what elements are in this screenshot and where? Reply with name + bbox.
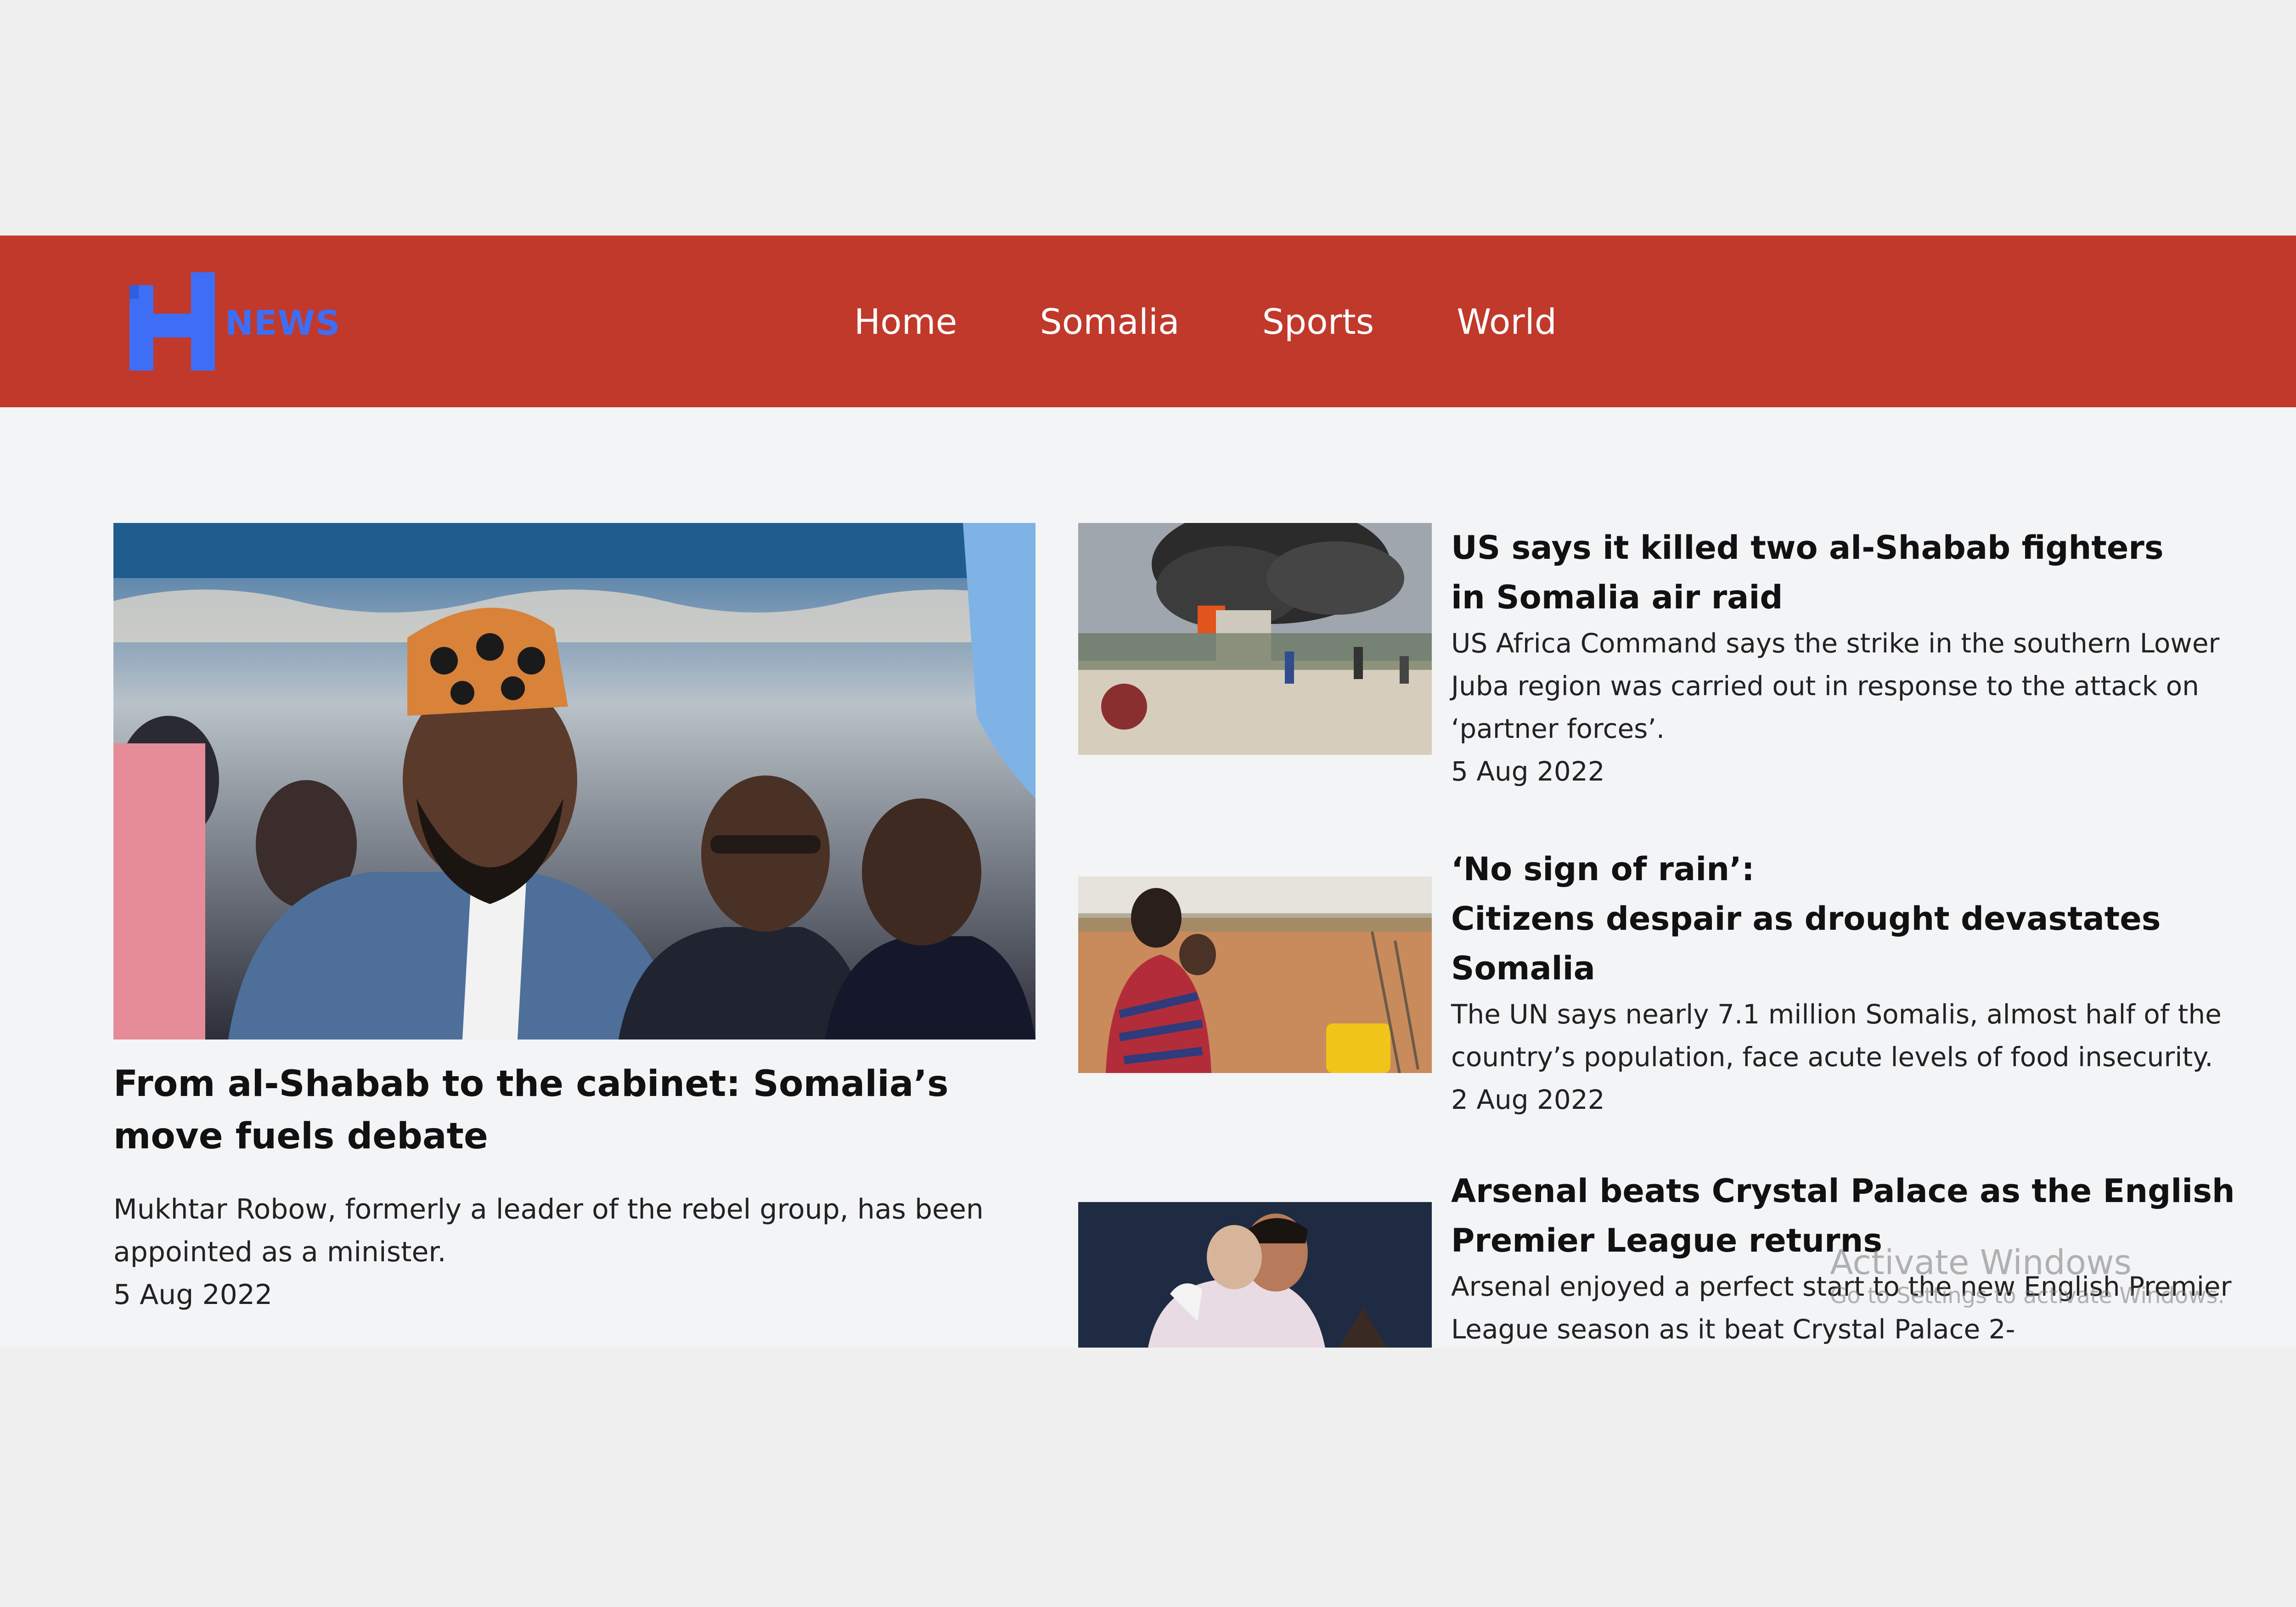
side-story-3-text: Arsenal beats Crystal Palace as the Engl… [1451, 1166, 2255, 1348]
side-story-1-image[interactable] [1078, 523, 1432, 755]
logo-wordmark: NEWS [225, 303, 341, 343]
top-navbar: NEWS Home Somalia Sports World [0, 236, 2296, 407]
side-story-1-title[interactable]: US says it killed two al-Shabab fighters… [1451, 523, 2255, 622]
side-story-2-date: 2 Aug 2022 [1451, 1084, 1605, 1115]
side-story-1-date: 5 Aug 2022 [1451, 756, 1605, 787]
site-logo[interactable]: NEWS [129, 271, 367, 372]
side-story-3[interactable]: Arsenal beats Crystal Palace as the Engl… [1078, 1166, 2254, 1348]
featured-story-title[interactable]: From al-Shabab to the cabinet: Somalia’s… [113, 1058, 1035, 1163]
main-nav: Home Somalia Sports World [854, 236, 1639, 407]
side-story-2-text: ‘No sign of rain’: Citizens despair as d… [1451, 844, 2255, 1121]
nav-item-somalia[interactable]: Somalia [1040, 301, 1179, 342]
side-story-2-image[interactable] [1078, 877, 1432, 1073]
h-logo-icon [129, 272, 215, 371]
side-story-3-title[interactable]: Arsenal beats Crystal Palace as the Engl… [1451, 1166, 2255, 1265]
side-story-1-description: US Africa Command says the strike in the… [1451, 628, 2220, 744]
nav-item-sports[interactable]: Sports [1262, 301, 1374, 342]
web-page: NEWS Home Somalia Sports World From al-S… [0, 236, 2296, 1348]
featured-story-image[interactable] [113, 523, 1035, 1039]
featured-story-description: Mukhtar Robow, formerly a leader of the … [113, 1193, 984, 1268]
nav-item-home[interactable]: Home [854, 301, 957, 342]
side-story-1[interactable]: US says it killed two al-Shabab fighters… [1078, 523, 2254, 798]
featured-story-date: 5 Aug 2022 [113, 1279, 273, 1311]
featured-story[interactable]: From al-Shabab to the cabinet: Somalia’s… [113, 523, 1035, 1316]
nav-item-world[interactable]: World [1457, 301, 1557, 342]
side-story-2-description: The UN says nearly 7.1 million Somalis, … [1451, 999, 2222, 1073]
side-story-3-description: Arsenal enjoyed a perfect start to the n… [1451, 1271, 2232, 1345]
side-story-2-title[interactable]: ‘No sign of rain’: Citizens despair as d… [1451, 844, 2255, 993]
side-story-1-text: US says it killed two al-Shabab fighters… [1451, 523, 2255, 793]
side-story-2[interactable]: ‘No sign of rain’: Citizens despair as d… [1078, 844, 2254, 1120]
side-story-3-image[interactable] [1078, 1202, 1432, 1348]
